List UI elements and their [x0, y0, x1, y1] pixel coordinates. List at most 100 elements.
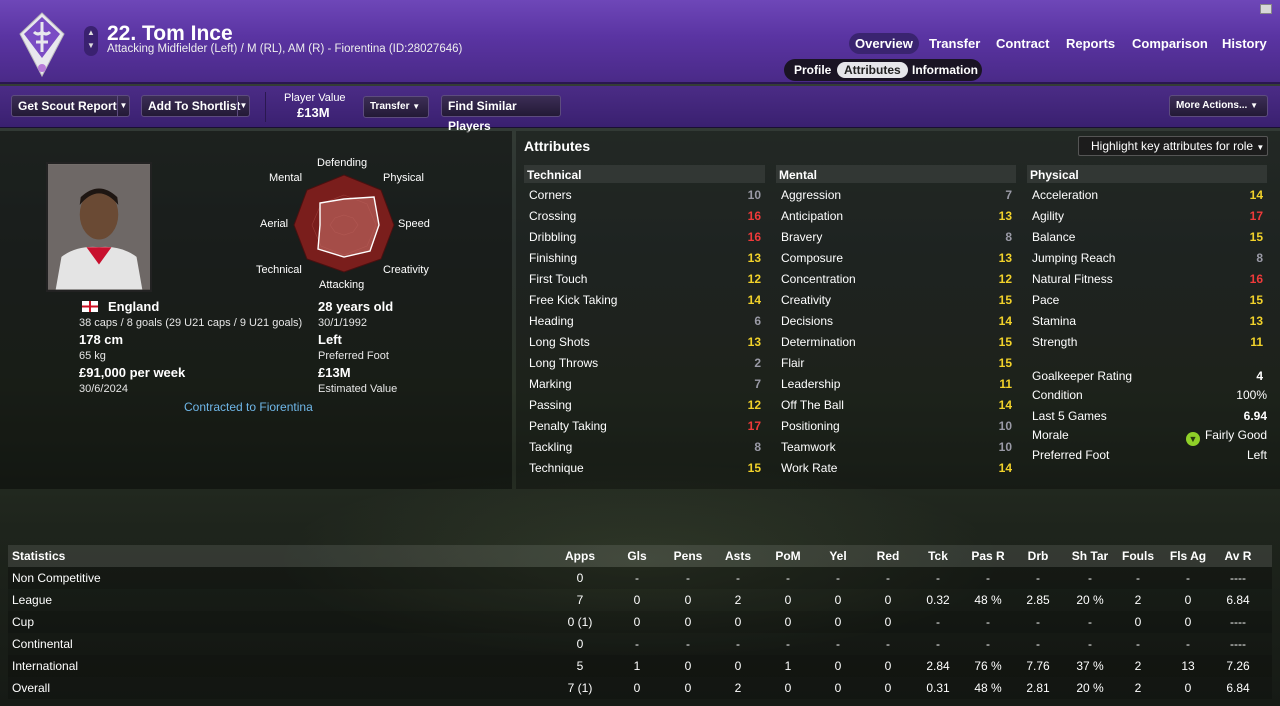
attribute-row[interactable]: Aggression 7	[781, 185, 1016, 206]
attribute-row[interactable]: Passing 12	[529, 395, 765, 416]
preferred-foot-label: Preferred Foot	[318, 350, 389, 362]
attribute-row[interactable]: Strength 11	[1032, 332, 1267, 353]
attribute-value: 15	[998, 335, 1012, 349]
attribute-row[interactable]: First Touch 12	[529, 269, 765, 290]
add-to-shortlist-button[interactable]: Add To Shortlist ▼	[141, 95, 250, 117]
attribute-row[interactable]: Teamwork 10	[781, 437, 1016, 458]
attribute-row[interactable]: Flair 15	[781, 353, 1016, 374]
attribute-row[interactable]: Balance 15	[1032, 227, 1267, 248]
transfer-button[interactable]: Transfer ▼	[363, 96, 429, 118]
attribute-value: 15	[1249, 293, 1263, 307]
attribute-row[interactable]: Pace 15	[1032, 290, 1267, 311]
attribute-value: 12	[998, 272, 1012, 286]
stat-cell: 0 (1)	[567, 615, 593, 629]
stat-cell: 2	[1134, 593, 1142, 607]
attribute-row[interactable]: Bravery 8	[781, 227, 1016, 248]
table-row: Cup 0 (1) 0 0 0 0 0 0- - - -0 0 ----	[8, 611, 1272, 633]
attribute-row[interactable]: Corners 10	[529, 185, 765, 206]
attribute-row[interactable]: Anticipation 13	[781, 206, 1016, 227]
attribute-row[interactable]: Heading 6	[529, 311, 765, 332]
attribute-row[interactable]: Long Throws 2	[529, 353, 765, 374]
attribute-row[interactable]: Off The Ball 14	[781, 395, 1016, 416]
dropdown-arrow-icon[interactable]: ▼	[237, 96, 249, 116]
attributes-title: Attributes	[524, 138, 591, 154]
misc-value: 100%	[1236, 388, 1267, 402]
dropdown-arrow-icon[interactable]: ▼	[117, 96, 129, 116]
attribute-name: Teamwork	[781, 440, 836, 454]
stat-cell: 0	[884, 659, 892, 673]
attribute-name: Leadership	[781, 377, 841, 391]
estimated-value-label: Estimated Value	[318, 383, 398, 395]
player-nav-arrows[interactable]: ▲ ▼	[84, 26, 98, 56]
attribute-name: Pace	[1032, 293, 1060, 307]
tab-reports[interactable]: Reports	[1060, 33, 1121, 54]
stat-cell: 0	[684, 681, 692, 695]
attribute-value: 14	[998, 314, 1012, 328]
attribute-name: Stamina	[1032, 314, 1077, 328]
get-scout-report-button[interactable]: Get Scout Report ▼	[11, 95, 130, 117]
stat-cell: 20 %	[1076, 681, 1104, 695]
stat-cell: Pens	[673, 549, 703, 563]
tab-contract[interactable]: Contract	[990, 33, 1055, 54]
caps: 38 caps / 8 goals (29 U21 caps / 9 U21 g…	[79, 317, 303, 329]
attribute-row[interactable]: Concentration 12	[781, 269, 1016, 290]
attribute-row[interactable]: Composure 13	[781, 248, 1016, 269]
attribute-polygon-chart	[293, 174, 395, 273]
find-similar-players-button[interactable]: Find Similar Players	[441, 95, 561, 133]
polygon-label-defending: Defending	[317, 157, 368, 169]
attribute-name: Work Rate	[781, 461, 838, 475]
attribute-row[interactable]: Agility 17	[1032, 206, 1267, 227]
attribute-row[interactable]: Jumping Reach 8	[1032, 248, 1267, 269]
attribute-row[interactable]: Marking 7	[529, 374, 765, 395]
attribute-row[interactable]: Leadership 11	[781, 374, 1016, 395]
subtab-attributes[interactable]: Attributes	[837, 62, 908, 78]
attribute-row[interactable]: Tackling 8	[529, 437, 765, 458]
subtab-information[interactable]: Information	[905, 62, 985, 78]
attribute-row[interactable]: Finishing 13	[529, 248, 765, 269]
subtab-bar: Profile Attributes Information	[784, 59, 982, 81]
attribute-value: 14	[1249, 188, 1263, 202]
misc-label: Last 5 Games	[1032, 409, 1107, 423]
attribute-row[interactable]: Determination 15	[781, 332, 1016, 353]
attribute-row[interactable]: Natural Fitness 16	[1032, 269, 1267, 290]
shortlist-label: Add To Shortlist	[148, 99, 241, 113]
polygon-label-physical: Physical	[383, 172, 424, 184]
window-control-icon[interactable]	[1260, 4, 1272, 14]
attribute-row[interactable]: Acceleration 14	[1032, 185, 1267, 206]
stat-cell: -	[986, 637, 990, 651]
attribute-name: Passing	[529, 398, 572, 412]
stat-cell: -	[836, 637, 840, 651]
highlight-roles-dropdown[interactable]: Highlight key attributes for role ▼	[1078, 136, 1268, 156]
tab-transfer[interactable]: Transfer	[923, 33, 986, 54]
attribute-value: 14	[998, 398, 1012, 412]
attribute-row[interactable]: Dribbling 16	[529, 227, 765, 248]
more-actions-button[interactable]: More Actions... ▼	[1169, 95, 1268, 117]
attribute-row[interactable]: Free Kick Taking 14	[529, 290, 765, 311]
attribute-value: 2	[754, 356, 761, 370]
attribute-row[interactable]: Technique 15	[529, 458, 765, 479]
contracted-link[interactable]: Contracted to Fiorentina	[184, 400, 313, 414]
stat-cell: 7.26	[1226, 659, 1250, 673]
attribute-row[interactable]: Positioning 10	[781, 416, 1016, 437]
stat-cell: 20 %	[1076, 593, 1104, 607]
attribute-value: 16	[747, 209, 761, 223]
attribute-row[interactable]: Work Rate 14	[781, 458, 1016, 479]
stat-cell: PoM	[775, 549, 801, 563]
tab-overview[interactable]: Overview	[849, 33, 919, 54]
stat-cell: 7 (1)	[567, 681, 593, 695]
attribute-row[interactable]: Crossing 16	[529, 206, 765, 227]
attribute-row[interactable]: Decisions 14	[781, 311, 1016, 332]
stat-cell: 48 %	[974, 593, 1002, 607]
attribute-row[interactable]: Creativity 15	[781, 290, 1016, 311]
attribute-row[interactable]: Stamina 13	[1032, 311, 1267, 332]
attribute-row[interactable]: Penalty Taking 17	[529, 416, 765, 437]
date-of-birth: 30/1/1992	[318, 317, 367, 329]
stat-cell: -	[1036, 571, 1040, 585]
tab-history[interactable]: History	[1216, 33, 1273, 54]
tab-comparison[interactable]: Comparison	[1126, 33, 1214, 54]
attribute-row[interactable]: Long Shots 13	[529, 332, 765, 353]
attribute-value: 17	[1249, 209, 1263, 223]
stat-cell: 0	[834, 593, 842, 607]
subtab-profile[interactable]: Profile	[787, 62, 838, 78]
attribute-value: 10	[747, 188, 761, 202]
